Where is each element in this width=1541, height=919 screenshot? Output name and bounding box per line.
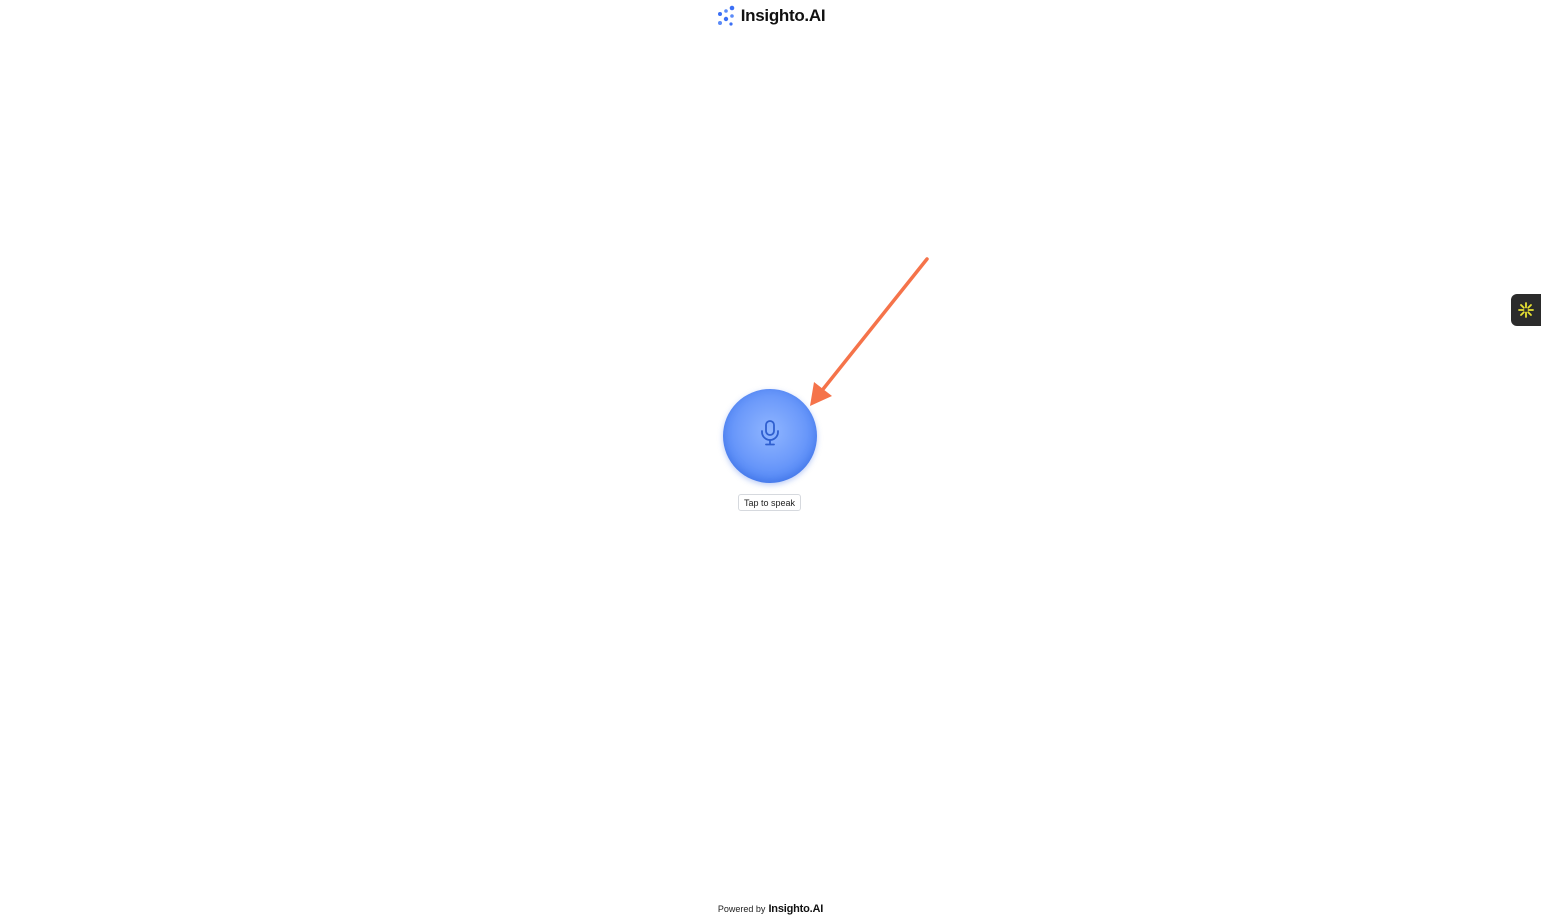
powered-by-text: Powered by	[717, 904, 766, 914]
footer-brand-link[interactable]: Insighto.AI	[768, 903, 823, 915]
sparkle-icon	[1518, 302, 1534, 318]
page: Insighto.AI Tap to speak Powered by Insi…	[0, 0, 1541, 919]
side-widget-button[interactable]	[1511, 294, 1541, 326]
brand-logo[interactable]: Insighto.AI	[716, 5, 826, 27]
arrow-annotation	[810, 257, 929, 406]
footer: Powered by Insighto.AI	[0, 903, 1541, 915]
header: Insighto.AI	[0, 5, 1541, 27]
microphone-button[interactable]	[723, 389, 817, 483]
microphone-icon	[761, 420, 779, 446]
dots-logo-icon	[717, 5, 735, 26]
tap-to-speak-label: Tap to speak	[738, 494, 801, 511]
brand-name: Insighto.AI	[740, 6, 826, 25]
